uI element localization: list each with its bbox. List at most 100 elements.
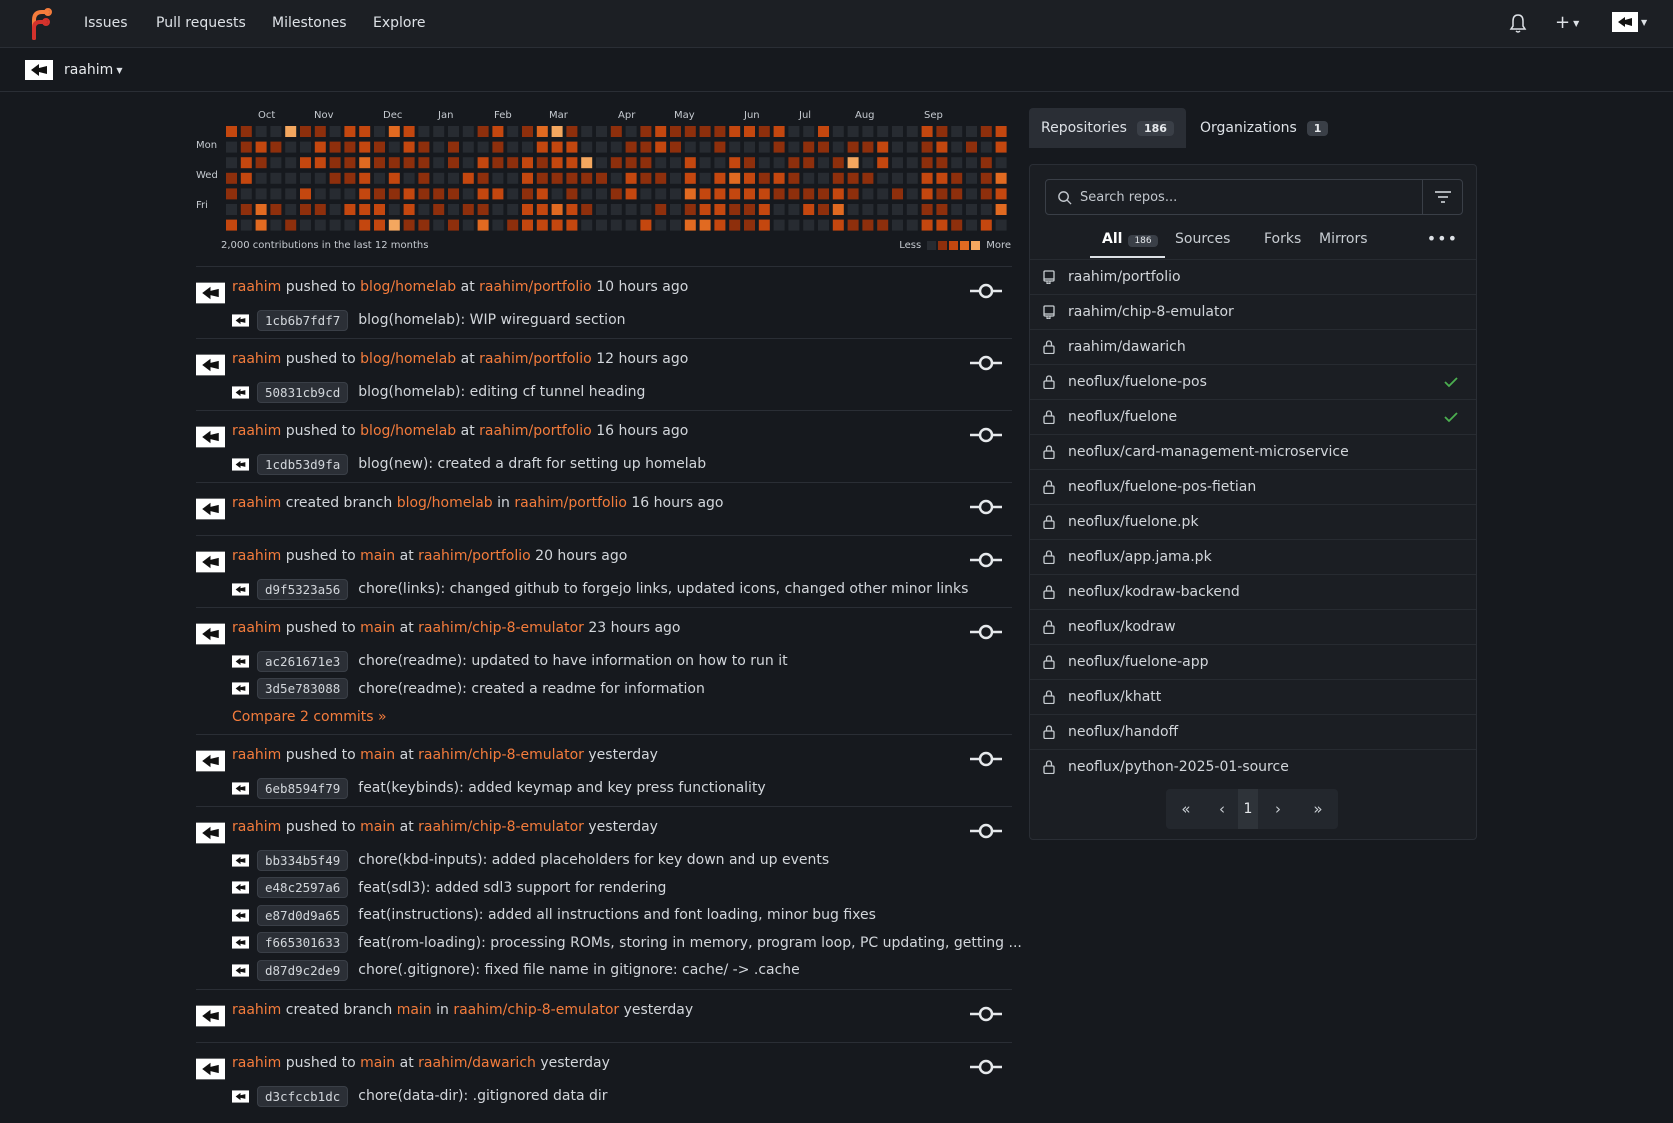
heatmap-cell[interactable] xyxy=(270,126,282,137)
heatmap-cell[interactable] xyxy=(788,188,800,200)
heatmap-cell[interactable] xyxy=(921,141,933,153)
heatmap-cell[interactable] xyxy=(684,188,696,200)
heatmap-cell[interactable] xyxy=(655,188,667,200)
commit-sha-link[interactable]: d87d9c2de9 xyxy=(257,959,349,981)
heatmap-cell[interactable] xyxy=(566,219,578,231)
heatmap-cell[interactable] xyxy=(448,204,459,215)
heatmap-cell[interactable] xyxy=(832,141,844,153)
heatmap-cell[interactable] xyxy=(240,219,252,231)
heatmap-cell[interactable] xyxy=(388,188,400,200)
heatmap-cell[interactable] xyxy=(847,126,859,137)
heatmap-cell[interactable] xyxy=(640,126,652,137)
heatmap-cell[interactable] xyxy=(255,157,267,169)
heatmap-cell[interactable] xyxy=(240,141,252,153)
heatmap-cell[interactable] xyxy=(448,172,459,184)
heatmap-cell[interactable] xyxy=(610,172,622,184)
heatmap-cell[interactable] xyxy=(862,172,874,184)
heatmap-cell[interactable] xyxy=(374,126,385,137)
repo-name-link[interactable]: neoflux/fuelone-pos xyxy=(1068,374,1207,390)
heatmap-cell[interactable] xyxy=(892,157,903,169)
heatmap-cell[interactable] xyxy=(344,172,356,184)
heatmap-cell[interactable] xyxy=(818,141,829,153)
heatmap-cell[interactable] xyxy=(980,188,992,200)
heatmap-cell[interactable] xyxy=(285,188,297,200)
heatmap-cell[interactable] xyxy=(995,157,1007,169)
heatmap-cell[interactable] xyxy=(522,188,533,200)
filter-button[interactable] xyxy=(1422,180,1462,214)
heatmap-cell[interactable] xyxy=(462,126,474,137)
heatmap-cell[interactable] xyxy=(448,126,459,137)
heatmap-cell[interactable] xyxy=(285,172,297,184)
heatmap-cell[interactable] xyxy=(818,219,829,231)
repo-link[interactable]: raahim/chip-8-emulator xyxy=(418,819,584,835)
commit-sha-link[interactable]: d3cfccb1dc xyxy=(257,1085,349,1107)
compare-commits-link[interactable]: Compare 2 commits » xyxy=(232,709,387,725)
heatmap-cell[interactable] xyxy=(744,219,755,231)
heatmap-cell[interactable] xyxy=(418,157,430,169)
user-link[interactable]: raahim xyxy=(232,620,281,636)
heatmap-cell[interactable] xyxy=(892,204,903,215)
heatmap-cell[interactable] xyxy=(329,188,341,200)
heatmap-cell[interactable] xyxy=(862,188,874,200)
heatmap-cell[interactable] xyxy=(951,172,963,184)
heatmap-cell[interactable] xyxy=(714,188,726,200)
heatmap-cell[interactable] xyxy=(714,126,726,137)
heatmap-cell[interactable] xyxy=(522,126,533,137)
repo-list-item[interactable]: neoflux/fuelone.pk xyxy=(1030,504,1476,539)
heatmap-cell[interactable] xyxy=(818,126,829,137)
repo-list-item[interactable]: neoflux/app.jama.pk xyxy=(1030,539,1476,574)
repo-list-item[interactable]: neoflux/fuelone-pos xyxy=(1030,364,1476,399)
heatmap-cell[interactable] xyxy=(788,219,800,231)
heatmap-cell[interactable] xyxy=(714,219,726,231)
heatmap-cell[interactable] xyxy=(966,157,977,169)
heatmap-cell[interactable] xyxy=(492,219,504,231)
heatmap-cell[interactable] xyxy=(655,172,667,184)
heatmap-cell[interactable] xyxy=(285,141,297,153)
heatmap-cell[interactable] xyxy=(388,204,400,215)
repo-name-link[interactable]: neoflux/handoff xyxy=(1068,724,1178,740)
heatmap-cell[interactable] xyxy=(374,219,385,231)
heatmap-cell[interactable] xyxy=(670,126,681,137)
heatmap-cell[interactable] xyxy=(403,157,415,169)
heatmap-cell[interactable] xyxy=(847,172,859,184)
heatmap-cell[interactable] xyxy=(773,141,785,153)
heatmap-cell[interactable] xyxy=(374,204,385,215)
heatmap-cell[interactable] xyxy=(255,172,267,184)
heatmap-cell[interactable] xyxy=(655,141,667,153)
repo-link[interactable]: raahim/portfolio xyxy=(479,279,592,295)
heatmap-cell[interactable] xyxy=(462,188,474,200)
heatmap-cell[interactable] xyxy=(640,172,652,184)
heatmap-cell[interactable] xyxy=(758,172,770,184)
commit-sha-link[interactable]: ac261671e3 xyxy=(257,650,349,672)
heatmap-cell[interactable] xyxy=(536,188,548,200)
heatmap-cell[interactable] xyxy=(344,204,356,215)
heatmap-cell[interactable] xyxy=(625,141,637,153)
heatmap-cell[interactable] xyxy=(477,157,489,169)
repo-name-link[interactable]: neoflux/card-management-microservice xyxy=(1068,444,1349,460)
heatmap-cell[interactable] xyxy=(240,126,252,137)
heatmap-cell[interactable] xyxy=(758,141,770,153)
heatmap-cell[interactable] xyxy=(773,157,785,169)
repo-name-link[interactable]: neoflux/kodraw-backend xyxy=(1068,584,1240,600)
commit-sha-link[interactable]: e87d0d9a65 xyxy=(257,904,349,926)
heatmap-cell[interactable] xyxy=(655,157,667,169)
heatmap-cell[interactable] xyxy=(507,188,519,200)
heatmap-cell[interactable] xyxy=(536,172,548,184)
heatmap-cell[interactable] xyxy=(403,204,415,215)
heatmap-cell[interactable] xyxy=(966,141,977,153)
heatmap-cell[interactable] xyxy=(773,126,785,137)
heatmap-cell[interactable] xyxy=(329,204,341,215)
heatmap-cell[interactable] xyxy=(670,172,681,184)
heatmap-cell[interactable] xyxy=(980,219,992,231)
heatmap-cell[interactable] xyxy=(536,157,548,169)
heatmap-cell[interactable] xyxy=(433,157,445,169)
heatmap-cell[interactable] xyxy=(433,219,445,231)
heatmap-cell[interactable] xyxy=(773,188,785,200)
heatmap-cell[interactable] xyxy=(655,126,667,137)
heatmap-cell[interactable] xyxy=(877,172,889,184)
heatmap-cell[interactable] xyxy=(877,204,889,215)
repo-list-item[interactable]: raahim/chip-8-emulator xyxy=(1030,294,1476,329)
heatmap-cell[interactable] xyxy=(240,172,252,184)
heatmap-cell[interactable] xyxy=(226,219,237,231)
repo-name-link[interactable]: neoflux/fuelone xyxy=(1068,409,1177,425)
